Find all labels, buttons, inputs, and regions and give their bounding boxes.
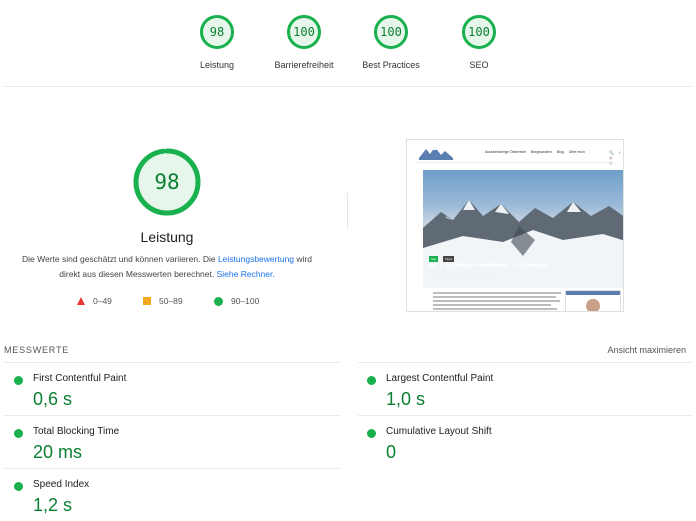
performance-gauge: 98 [132,147,202,217]
metric-value: 20 ms [33,442,83,462]
site-nav: Aussichtsberge Österreich Bergwandern Bl… [485,150,589,154]
performance-description: Die Werte sind geschätzt und können vari… [14,252,320,282]
metric-value: 1,2 s [33,495,73,515]
hero-image: Tag Tipps Die 5 schönsten Hochtouren in … [423,170,623,288]
site-nav-item: Über mich [568,150,585,154]
hero-title: Die 5 schönsten Hochtouren in Österreich [429,263,550,269]
metric-name: Speed Index [33,479,90,490]
legend-pass-range: 90–100 [231,296,260,306]
pass-circle-icon [367,429,376,438]
gauge-label: Barrierefreiheit [274,60,334,70]
metric-divider [358,415,692,416]
pass-circle-icon [14,482,23,491]
hero-tag: Tipps [443,256,455,262]
gauge-score: 98 [209,25,225,39]
gauge-accessibility[interactable]: 100 Barrierefreiheit [259,14,349,70]
legend-fail-range: 0–49 [93,296,112,306]
gauge-performance[interactable]: 98 Leistung [172,14,262,70]
metric-divider [4,415,340,416]
hero-meta: Veröffentlicht von Blogger | Highlights … [429,274,496,278]
gauge-score: 100 [468,25,490,39]
pass-circle-icon [367,376,376,385]
average-square-icon [143,297,151,305]
final-screenshot-thumbnail[interactable]: Aussichtsberge Österreich Bergwandern Bl… [406,139,624,312]
author-box [565,290,621,311]
metric-name: Largest Contentful Paint [386,373,494,384]
author-avatar [586,299,600,311]
metrics-section-label: MESSWERTE [4,345,70,355]
gauge-label: Leistung [199,60,235,70]
site-logo-icon [419,147,453,160]
legend-average: 50–89 [143,296,183,306]
desc-text: Die Werte sind geschätzt und können vari… [22,254,218,264]
metric-divider [4,468,340,469]
pass-circle-icon [214,296,223,306]
legend-fail: 0–49 [77,296,112,306]
hero-tag: Tag [429,256,438,262]
section-divider [347,193,348,229]
performance-score: 98 [154,170,180,194]
top-divider [4,86,692,87]
expand-view-toggle[interactable]: Ansicht maximieren [607,345,686,355]
performance-scoring-link[interactable]: Leistungsbewertung [218,254,294,264]
gauge-ring: 100 [286,14,322,50]
gauge-ring: 100 [461,14,497,50]
site-nav-item: Blog [556,150,564,154]
metric-value: 0 [386,442,397,462]
metric-divider [4,362,340,363]
gauge-best-practices[interactable]: 100 Best Practices [346,14,436,70]
metric-divider [358,362,692,363]
category-gauges: 98 Leistung 100 Barrierefreiheit 100 Bes… [0,14,696,86]
score-legend: 0–49 50–89 90–100 [0,296,334,308]
mountain-panorama-icon [423,200,623,288]
pass-circle-icon [14,429,23,438]
gauge-ring: 98 [199,14,235,50]
site-header-line [415,162,615,163]
gauge-score: 100 [293,25,315,39]
metric-value: 1,0 s [386,389,426,409]
metric-name: Cumulative Layout Shift [386,426,492,437]
metric-value: 0,6 s [33,389,73,409]
gauge-label: Best Practices [362,60,420,70]
gauge-label: SEO [469,60,489,70]
gauge-ring: 100 [373,14,409,50]
article-text-lines [433,292,561,311]
performance-title: Leistung [140,229,194,245]
gauge-score: 100 [380,25,402,39]
site-nav-item: Bergwandern [531,150,552,154]
metric-name: Total Blocking Time [33,426,120,437]
site-nav-item: Aussichtsberge Österreich [485,150,527,154]
pass-circle-icon [14,376,23,385]
fail-triangle-icon [77,297,85,305]
gauge-seo[interactable]: 100 SEO [434,14,524,70]
author-box-header [566,291,620,295]
legend-pass: 90–100 [214,296,259,306]
legend-average-range: 50–89 [159,296,183,306]
calculator-link[interactable]: Siehe Rechner. [217,269,275,279]
metric-name: First Contentful Paint [33,373,127,384]
